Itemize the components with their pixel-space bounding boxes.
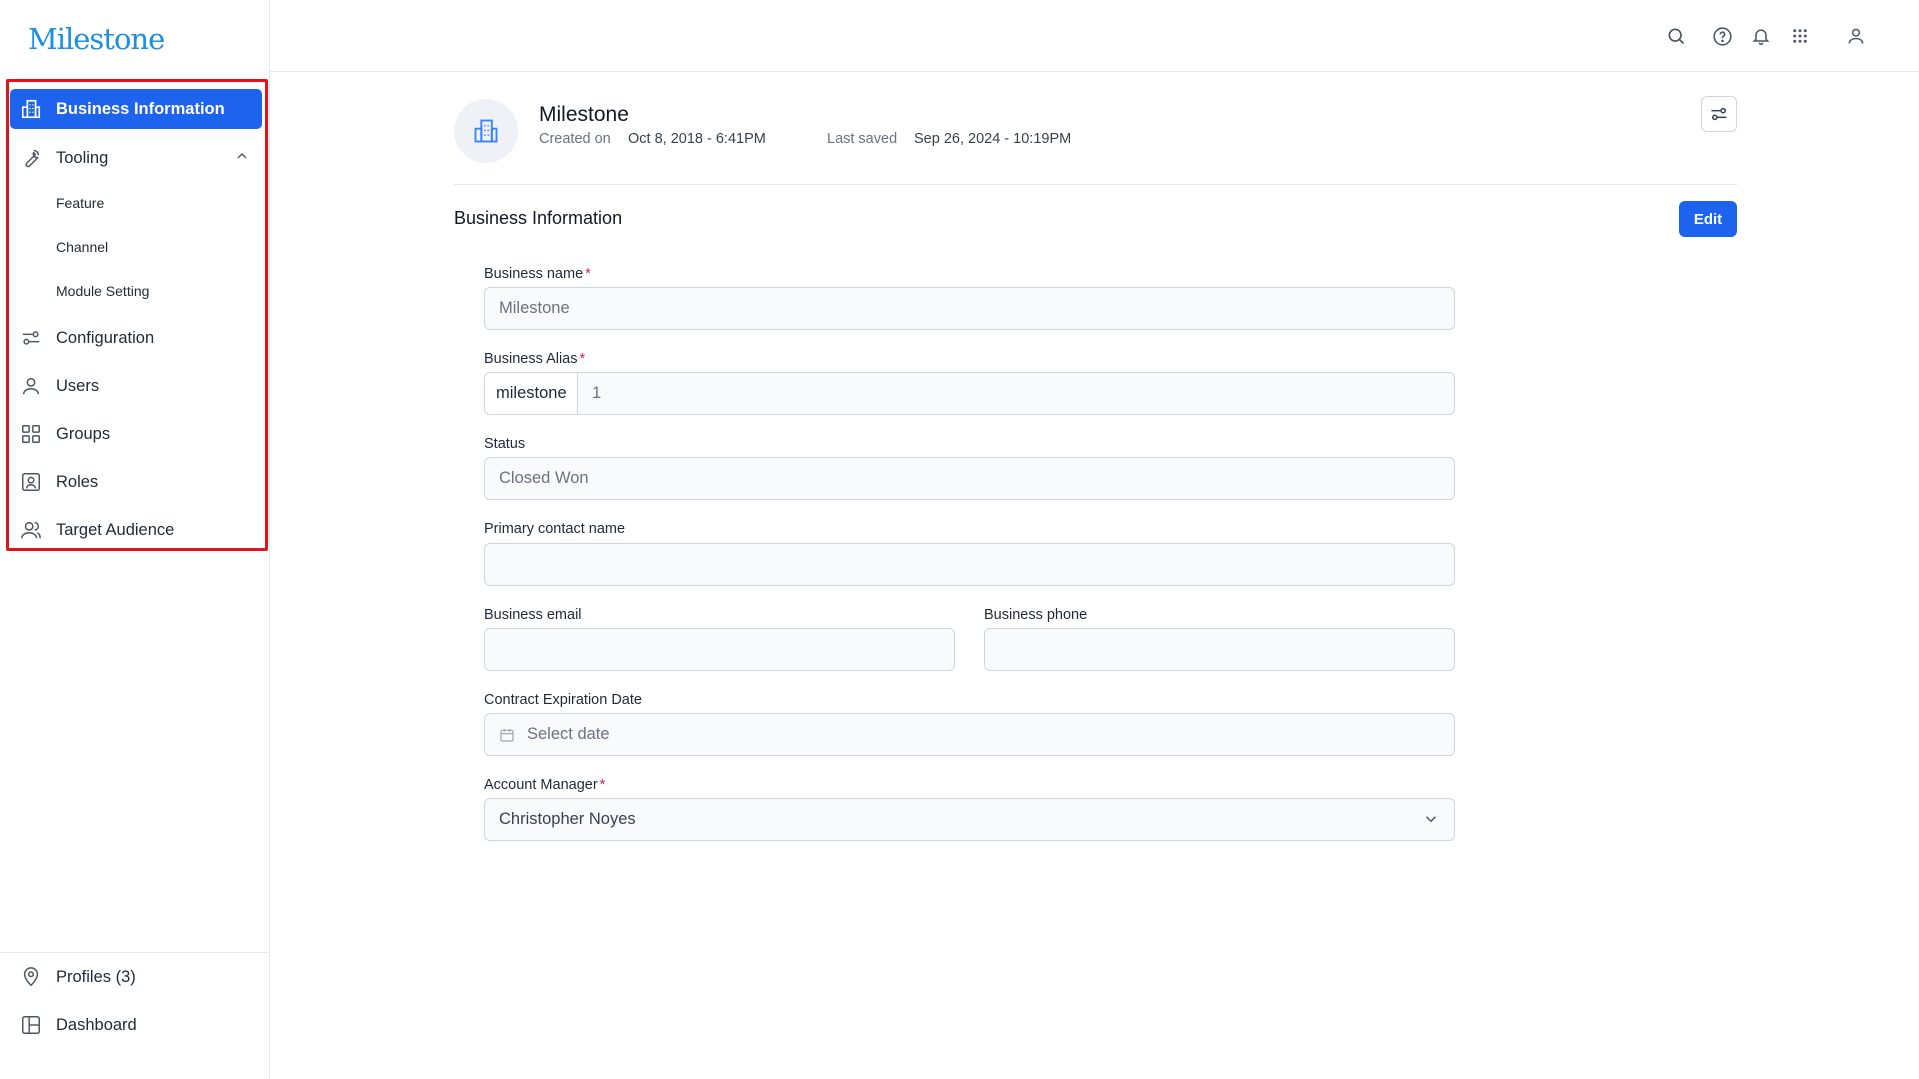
business-alias-prefix: milestone	[484, 372, 578, 415]
settings-button[interactable]	[1701, 96, 1737, 132]
business-alias-label: Business Alias *	[484, 351, 585, 367]
label-text: Account Manager	[484, 777, 598, 793]
company-name: Milestone	[539, 103, 629, 126]
edit-button[interactable]: Edit	[1679, 201, 1737, 237]
sidebar-subitem-feature[interactable]: Feature	[56, 188, 104, 218]
sidebar-item-label: Configuration	[56, 328, 155, 347]
sidebar-item-groups[interactable]: Groups	[10, 414, 262, 454]
location-pin-icon	[20, 966, 42, 988]
primary-contact-label: Primary contact name	[484, 521, 626, 537]
account-manager-value: Christopher Noyes	[499, 810, 636, 828]
business-phone-field[interactable]	[984, 628, 1455, 671]
sidebar-item-tooling[interactable]: Tooling	[10, 138, 262, 178]
header-divider	[454, 184, 1737, 185]
dashboard-icon	[20, 1014, 42, 1036]
top-bar	[270, 0, 1919, 72]
sidebar-subitem-channel[interactable]: Channel	[56, 232, 108, 262]
sidebar-subitem-module-setting[interactable]: Module Setting	[56, 276, 149, 306]
sidebar-item-label: Dashboard	[56, 1015, 137, 1034]
sliders-icon	[20, 327, 42, 349]
chevron-down-icon	[1422, 810, 1440, 833]
business-name-label: Business name *	[484, 266, 591, 282]
status-field[interactable]: Closed Won	[484, 457, 1455, 500]
account-manager-select[interactable]: Christopher Noyes	[484, 798, 1455, 841]
sidebar-item-business-information[interactable]: Business Information	[10, 89, 262, 129]
business-email-field[interactable]	[484, 628, 955, 671]
grid-icon	[20, 423, 42, 445]
sliders-icon	[1709, 104, 1729, 124]
search-icon[interactable]	[1664, 24, 1688, 48]
sidebar-bottom-divider	[0, 952, 269, 953]
created-label: Created on	[539, 131, 611, 147]
bell-icon[interactable]	[1749, 24, 1773, 48]
users-icon	[20, 519, 42, 541]
sidebar-item-label: Users	[56, 376, 100, 395]
wrench-icon	[20, 147, 42, 169]
business-phone-label: Business phone	[984, 607, 1088, 623]
chevron-up-icon[interactable]	[234, 148, 250, 169]
user-icon	[20, 375, 42, 397]
created-value: Oct 8, 2018 - 6:41PM	[628, 131, 766, 147]
profile-icon[interactable]	[1844, 24, 1868, 48]
section-title: Business Information	[454, 208, 623, 228]
sidebar-item-configuration[interactable]: Configuration	[10, 318, 262, 358]
sidebar-item-label: Roles	[56, 472, 99, 491]
business-email-label: Business email	[484, 607, 582, 623]
business-name-field[interactable]: Milestone	[484, 287, 1455, 330]
brand-logo[interactable]: Milestone	[28, 22, 165, 56]
sidebar-item-label: Target Audience	[56, 520, 175, 539]
last-saved-label: Last saved	[827, 131, 898, 147]
sidebar-item-label: Groups	[56, 424, 111, 443]
sidebar: Milestone Business Information Tooling F…	[0, 0, 270, 1079]
building-icon	[472, 117, 500, 145]
required-marker: *	[579, 351, 586, 367]
required-marker: *	[585, 266, 591, 282]
label-text: Business Alias	[484, 351, 578, 367]
status-label: Status	[484, 436, 526, 452]
last-saved-value: Sep 26, 2024 - 10:19PM	[914, 131, 1072, 147]
apps-grid-icon[interactable]	[1788, 24, 1812, 48]
primary-contact-field[interactable]	[484, 543, 1455, 586]
building-icon	[20, 98, 42, 120]
label-text: Business name	[484, 266, 584, 282]
sidebar-item-label: Tooling	[56, 148, 109, 167]
sidebar-item-dashboard[interactable]: Dashboard	[10, 1005, 262, 1045]
sidebar-item-label: Business Information	[56, 99, 225, 118]
calendar-icon	[499, 727, 515, 743]
required-marker: *	[599, 777, 606, 793]
help-icon[interactable]	[1710, 24, 1734, 48]
app-root: Milestone Business Information Tooling F…	[0, 0, 1919, 1079]
date-placeholder: Select date	[527, 725, 610, 743]
business-alias-field[interactable]: 1	[577, 372, 1455, 415]
account-manager-label: Account Manager *	[484, 777, 605, 793]
sidebar-item-roles[interactable]: Roles	[10, 462, 262, 502]
company-avatar	[454, 99, 518, 163]
sidebar-item-label: Profiles (3)	[56, 967, 136, 986]
sidebar-item-target-audience[interactable]: Target Audience	[10, 510, 262, 550]
sidebar-item-users[interactable]: Users	[10, 366, 262, 406]
sidebar-item-profiles[interactable]: Profiles (3)	[10, 957, 262, 997]
contract-expiration-field[interactable]: Select date	[484, 713, 1455, 756]
id-card-icon	[20, 471, 42, 493]
contract-expiration-label: Contract Expiration Date	[484, 692, 642, 708]
